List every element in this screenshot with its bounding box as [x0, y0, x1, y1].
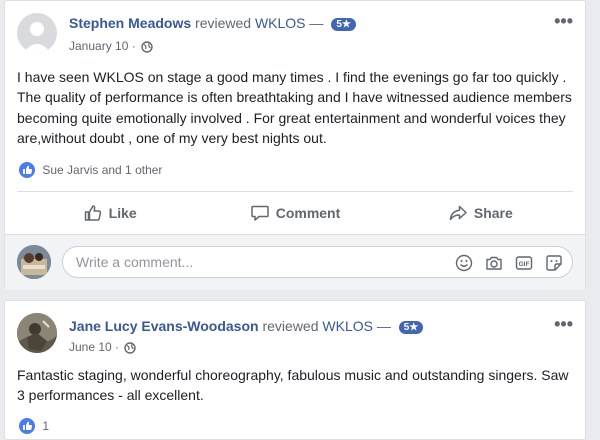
page-link[interactable]: WKLOS — [255, 15, 306, 31]
like-icon — [19, 162, 35, 178]
review-text: I have seen WKLOS on stage a good many t… — [17, 69, 572, 147]
like-label: Like — [108, 205, 137, 221]
gif-icon[interactable]: GIF — [514, 253, 534, 273]
globe-icon — [124, 342, 137, 354]
comment-composer: GIF — [5, 234, 585, 290]
review-action: reviewed — [262, 318, 319, 334]
share-label: Share — [473, 205, 513, 221]
like-icon — [84, 205, 101, 221]
avatar[interactable] — [17, 13, 57, 53]
post-date[interactable]: June 10 · — [69, 340, 119, 354]
emoji-icon[interactable] — [454, 253, 474, 273]
like-button[interactable]: Like — [17, 196, 202, 230]
likes-summary[interactable]: Sue Jarvis and 1 other — [19, 162, 162, 178]
globe-icon — [141, 41, 153, 53]
review-text: Fantastic staging, wonderful choreograph… — [17, 367, 569, 404]
camera-icon[interactable] — [484, 253, 504, 273]
author-name[interactable]: Stephen Meadows — [69, 15, 191, 31]
author-name[interactable]: Jane Lucy Evans-Woodason — [69, 318, 259, 334]
page-link[interactable]: WKLOS — [322, 318, 373, 334]
svg-text:GIF: GIF — [519, 261, 530, 268]
comment-field[interactable]: GIF — [62, 246, 573, 278]
review-card: Stephen Meadows reviewed WKLOS — 5★ Janu… — [4, 0, 586, 290]
share-icon — [449, 205, 467, 221]
composer-icons: GIF — [454, 253, 564, 273]
review-card: Jane Lucy Evans-Woodason reviewed WKLOS … — [4, 300, 586, 440]
rating-badge: 5★ — [331, 18, 356, 31]
comment-button[interactable]: Comment — [202, 196, 387, 230]
separator: — — [376, 318, 391, 334]
sticker-icon[interactable] — [544, 253, 564, 273]
review-header: Stephen Meadows reviewed WKLOS — 5★ — [69, 15, 356, 31]
action-bar: Like Comment Share — [17, 196, 573, 230]
likes-summary[interactable]: 1 — [19, 418, 49, 434]
likes-text: Sue Jarvis and 1 other — [42, 163, 163, 177]
post-meta: June 10 · — [69, 340, 137, 354]
more-options-icon[interactable]: ••• — [554, 315, 573, 333]
rating-badge: 5★ — [398, 321, 424, 334]
comment-icon — [250, 205, 269, 221]
divider — [17, 191, 573, 192]
separator: — — [309, 15, 324, 31]
more-options-icon[interactable]: ••• — [554, 12, 573, 30]
comment-label: Comment — [275, 205, 341, 221]
post-date[interactable]: January 10 · — [69, 39, 136, 53]
review-header: Jane Lucy Evans-Woodason reviewed WKLOS … — [69, 318, 424, 334]
likes-text: 1 — [42, 419, 50, 433]
share-button[interactable]: Share — [388, 196, 573, 230]
avatar[interactable] — [17, 313, 57, 353]
like-icon — [19, 418, 35, 434]
comment-input[interactable] — [74, 253, 448, 271]
post-meta: January 10 · — [69, 39, 153, 53]
review-action: reviewed — [195, 15, 252, 31]
avatar[interactable] — [17, 245, 51, 279]
